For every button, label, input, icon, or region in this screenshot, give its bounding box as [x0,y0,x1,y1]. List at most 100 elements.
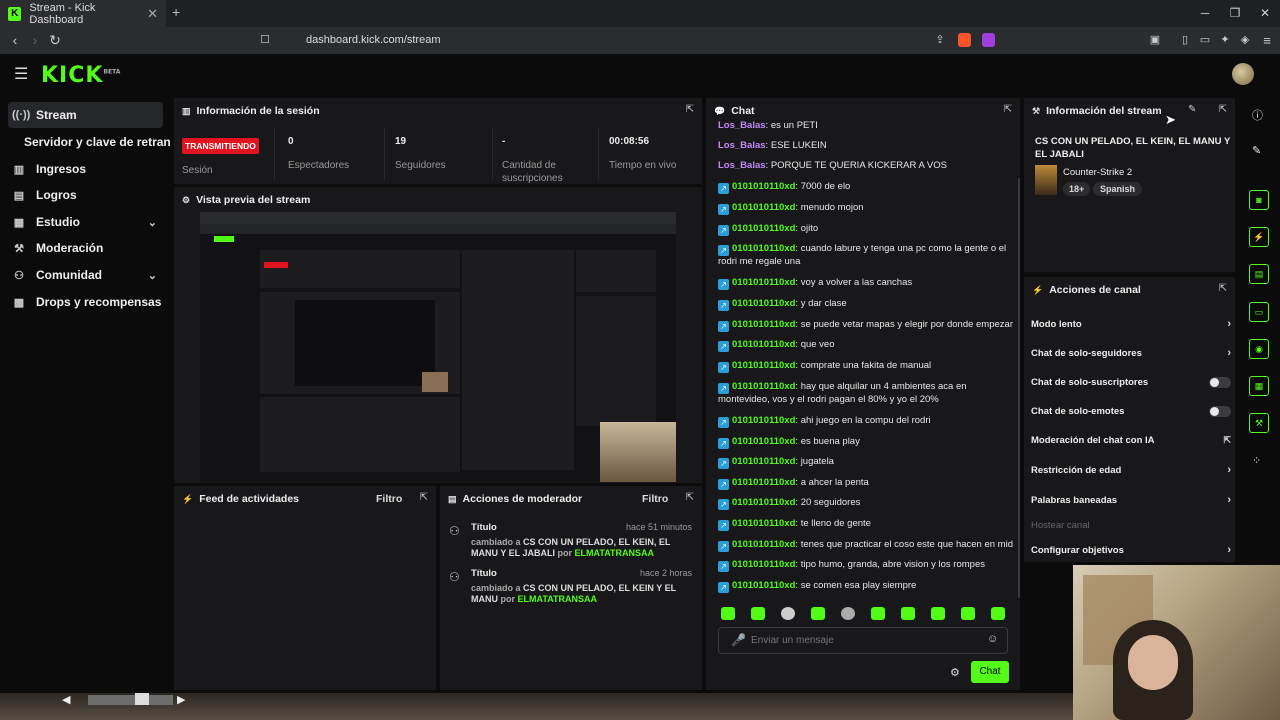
sidebar-item-server-key[interactable]: Servidor y clave de retransm [20,129,170,155]
emote-icon[interactable] [811,607,825,620]
popout-icon[interactable]: ⇱ [686,492,694,503]
info-icon[interactable]: ⓘ [1252,107,1263,123]
rewards-icon[interactable] [982,33,995,47]
hamburger-icon[interactable]: ☰ [14,64,28,84]
tab-close-icon[interactable]: ✕ [147,6,158,22]
sidebar-item-ingresos[interactable]: ▥ Ingresos [8,156,163,182]
rewind-icon[interactable]: ◀ [62,693,70,706]
chat-username[interactable]: 0101010110xd [732,539,795,550]
wallet-icon[interactable]: ▭ [1195,27,1215,54]
popout-icon[interactable]: ⇱ [686,104,694,115]
emoji-icon[interactable]: ☺ [987,633,998,645]
sidebar-item-comunidad[interactable]: ⚇ Comunidad ⌄ [8,262,163,288]
chat-username[interactable]: 0101010110xd [732,497,795,508]
chat-username[interactable]: 0101010110xd [732,298,795,309]
chat-username[interactable]: 0101010110xd [732,381,795,392]
chat-username[interactable]: 0101010110xd [732,202,795,213]
action-banned-words[interactable]: Palabras baneadas › [1031,494,1231,506]
brave-shield-icon[interactable] [958,33,971,47]
action-configure-goals[interactable]: Configurar objetivos › [1031,544,1231,556]
sidebar-item-drops[interactable]: ▩ Drops y recompensas [8,289,163,315]
chat-username[interactable]: 0101010110xd [732,181,795,192]
microphone-icon[interactable]: 🎤 [731,633,746,647]
emote-icon[interactable] [961,607,975,620]
game-name[interactable]: Counter-Strike 2 [1063,167,1132,178]
url-field[interactable]: dashboard.kick.com/stream [280,30,1000,51]
sidebar-item-moderacion[interactable]: ⚒ Moderación [8,235,163,261]
chat-username[interactable]: Los_Balas [718,120,766,131]
window-close-button[interactable]: ✕ [1250,0,1280,27]
chat-username[interactable]: 0101010110xd [732,456,795,467]
chat-username[interactable]: Los_Balas [718,160,766,171]
new-tab-button[interactable]: + [172,4,180,20]
menu-icon[interactable]: ≡ [1257,27,1277,54]
cast-icon[interactable]: ▣ [1145,27,1165,54]
share-icon[interactable]: ⇪ [930,27,950,54]
back-icon[interactable]: ‹ [5,27,25,54]
emote-icon[interactable] [781,607,795,620]
sidebar-item-estudio[interactable]: ▦ Estudio ⌄ [8,209,163,235]
emotes-only-toggle[interactable] [1209,406,1231,417]
stream-preview-video[interactable] [200,212,676,482]
chat-username[interactable]: 0101010110xd [732,339,795,350]
mod-user[interactable]: ELMATATRANSAA [575,548,655,558]
emote-icon[interactable] [751,607,765,620]
emote-icon[interactable] [901,607,915,620]
action-slow-mode[interactable]: Modo lento › [1031,318,1231,330]
chat-username[interactable]: 0101010110xd [732,436,795,447]
broadcast-icon[interactable]: ◉ [1249,339,1269,359]
edit-icon[interactable]: ✎ [1188,104,1196,115]
emote-icon[interactable] [841,607,855,620]
popout-icon[interactable]: ⇱ [420,492,428,503]
action-followers-only[interactable]: Chat de solo-seguidores › [1031,347,1231,359]
avatar[interactable] [1232,63,1254,85]
minimize-button[interactable]: ─ [1190,0,1220,27]
chat-scrollbar[interactable] [1018,178,1020,598]
popout-icon[interactable]: ⇱ [1219,104,1227,115]
gear-icon[interactable]: ⚙ [950,666,960,679]
chat-input-box[interactable]: 🎤 ☺ [718,627,1008,654]
chat-input[interactable] [751,632,981,649]
chat-icon[interactable]: ▭ [1249,302,1269,322]
sidebar-item-logros[interactable]: ▤ Logros [8,182,163,208]
emote-icon[interactable] [991,607,1005,620]
chat-username[interactable]: 0101010110xd [732,477,795,488]
document-icon[interactable]: ▤ [1249,264,1269,284]
chat-username[interactable]: 0101010110xd [732,518,795,529]
filter-button[interactable]: Filtro [376,493,402,505]
bookmark-icon[interactable]: ☐ [255,27,275,54]
reload-icon[interactable]: ↻ [45,27,65,54]
action-ai-moderation[interactable]: Moderación del chat con IA ⇱ [1031,435,1231,446]
emote-icon[interactable] [721,607,735,620]
chat-username[interactable]: 0101010110xd [732,415,795,426]
chat-username[interactable]: 0101010110xd [732,319,795,330]
wrench-icon[interactable]: ⚒ [1249,413,1269,433]
sidebar-toggle-icon[interactable]: ▯ [1175,27,1195,54]
subs-only-toggle[interactable] [1209,377,1231,388]
emote-icon[interactable] [871,607,885,620]
chat-username[interactable]: 0101010110xd [732,559,795,570]
chat-username[interactable]: 0101010110xd [732,223,795,234]
chat-username[interactable]: 0101010110xd [732,243,795,254]
leo-icon[interactable]: ✦ [1215,27,1235,54]
action-age-restriction[interactable]: Restricción de edad › [1031,464,1231,476]
sidebar-item-stream[interactable]: ((·)) Stream [8,102,163,128]
lightning-icon[interactable]: ⚡ [1249,227,1269,247]
camera-icon[interactable]: ◙ [1249,190,1269,210]
chat-send-button[interactable]: Chat [971,661,1009,683]
chat-username[interactable]: Los_Balas [718,140,766,151]
popout-icon[interactable]: ⇱ [1219,283,1227,294]
player-handle[interactable] [135,693,149,705]
browser-tab[interactable]: K Stream - Kick Dashboard ✕ [0,0,166,27]
people-icon[interactable]: ⁘ [1252,454,1261,467]
player-progress[interactable] [88,695,173,705]
chat-username[interactable]: 0101010110xd [732,277,795,288]
filter-button[interactable]: Filtro [642,493,668,505]
forward-icon[interactable]: › [25,27,45,54]
layout-icon[interactable]: ▦ [1249,376,1269,396]
emote-icon[interactable] [931,607,945,620]
vpn-icon[interactable]: ◈ [1235,27,1255,54]
mod-user[interactable]: ELMATATRANSAA [518,594,598,604]
forward-play-icon[interactable]: ▶ [177,693,185,706]
chat-username[interactable]: 0101010110xd [732,360,795,371]
